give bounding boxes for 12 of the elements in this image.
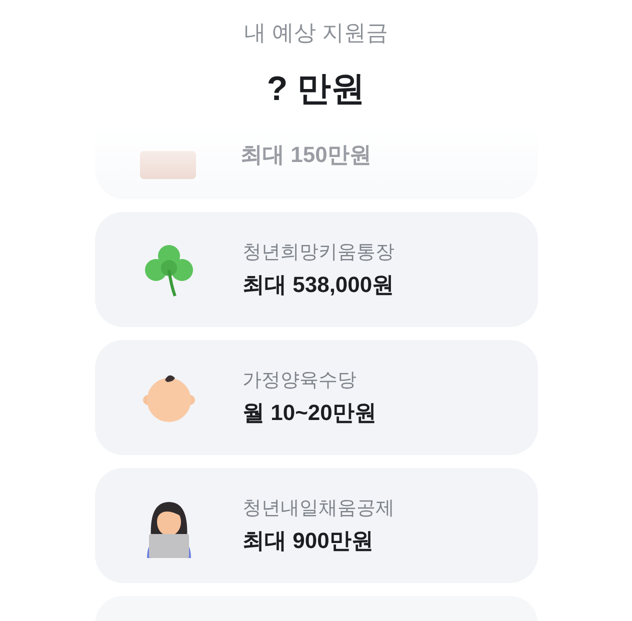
benefit-title: 청년희망키움통장: [242, 241, 394, 265]
benefit-amount: 최대 900만원: [242, 527, 374, 555]
benefit-amount: 최대 150만원: [240, 141, 372, 169]
benefit-title: 가정양육수당: [242, 369, 358, 393]
benefit-card[interactable]: 청년내일채움공제 최대 900만원: [94, 468, 538, 583]
benefit-amount: 월 10~20만원: [242, 399, 376, 427]
benefit-amount: 최대 538,000원: [242, 271, 394, 299]
estimate-amount: ? 만원: [266, 69, 366, 109]
estimate-label: 내 예상 지원금: [244, 19, 388, 47]
benefit-title: 청년내일채움공제: [242, 497, 394, 521]
benefit-card[interactable]: 가정양육수당 월 10~20만원: [94, 340, 538, 455]
benefit-card[interactable]: 청년희망키움통장 최대 538,000원: [94, 212, 538, 327]
